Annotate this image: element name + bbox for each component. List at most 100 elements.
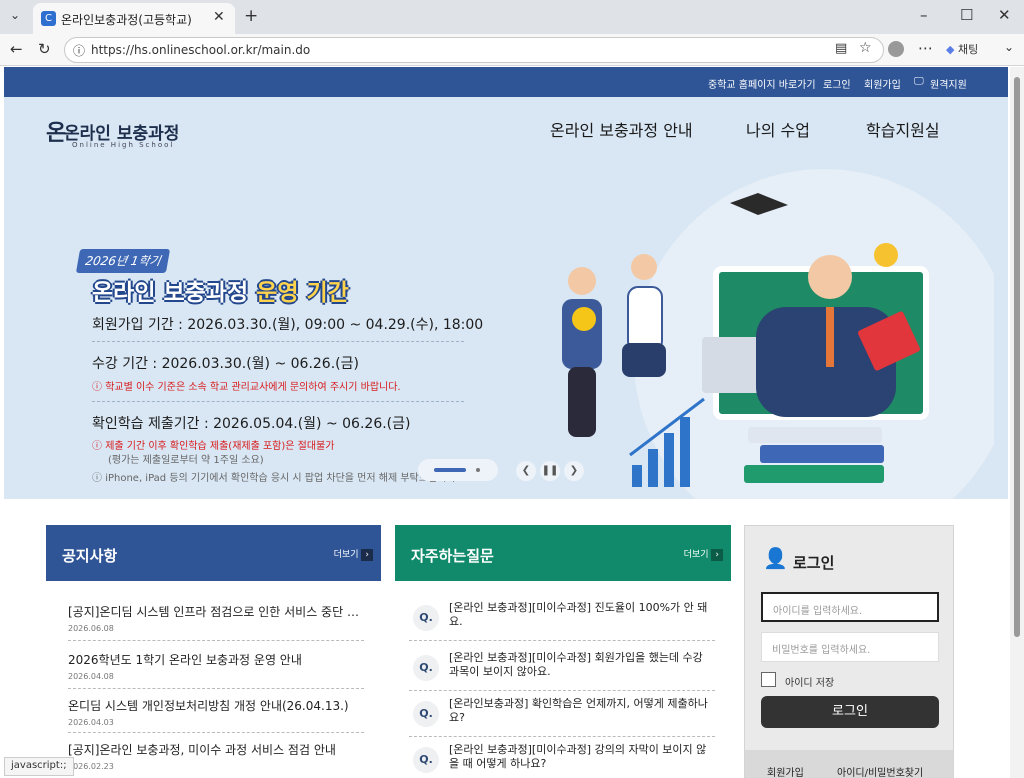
- browser-tab[interactable]: C 온라인보충과정(고등학교) ✕: [33, 3, 235, 34]
- check-note: ⓘ 제출 기간 이후 확인학습 제출(재제출 포함)은 절대불가: [92, 441, 335, 452]
- close-tab-icon[interactable]: ✕: [213, 9, 225, 25]
- copilot-button[interactable]: ◆ 채팅: [946, 41, 978, 57]
- hero-title-b: 운영 기간: [256, 280, 349, 306]
- back-icon[interactable]: ←: [10, 40, 23, 58]
- logo-subtext: Online High School: [72, 141, 175, 149]
- faq-item[interactable]: Q. [온라인보충과정] 확인학습은 언제까지, 어떻게 제출하나요?: [409, 697, 715, 737]
- semester-badge: 2026년 1학기: [75, 249, 171, 273]
- faq-panel: 자주하는질문 더보기 › Q. [온라인 보충과정][미이수과정] 진도율이 10…: [395, 525, 731, 778]
- remote-support-link[interactable]: 원격지원: [930, 76, 967, 91]
- hero-illustration: [562, 169, 994, 499]
- course-note-text: 학교별 이수 기준은 소속 학교 관리교사에게 문의하여 주시기 바랍니다.: [105, 382, 401, 393]
- minimize-icon[interactable]: –: [920, 6, 928, 24]
- window-close-icon[interactable]: ✕: [998, 6, 1011, 24]
- student-head-2: [631, 254, 657, 280]
- student-body-2: [627, 286, 663, 352]
- top-join-link[interactable]: 회원가입: [864, 76, 901, 91]
- top-utility-bar: 중학교 홈페이지 바로가기 로그인 회원가입 🖵 원격지원: [4, 67, 1008, 97]
- menu-support[interactable]: 학습지원실: [866, 117, 940, 141]
- tab-list-icon[interactable]: ⌄: [10, 8, 20, 22]
- site-info-icon[interactable]: ⓘ: [73, 42, 85, 59]
- id-input[interactable]: 아이디를 입력하세요.: [761, 592, 939, 622]
- notice-item-date: 2026.04.03: [68, 718, 114, 727]
- maximize-icon[interactable]: ☐: [960, 6, 973, 24]
- menu-my-class[interactable]: 나의 수업: [746, 117, 810, 141]
- faq-more-button[interactable]: 더보기 ›: [683, 547, 723, 561]
- chevron-right-icon: ›: [711, 549, 723, 561]
- notice-item-title: [공지]온라인 보충과정, 미이수 과정 서비스 점검 안내: [68, 743, 336, 757]
- student-skirt-2: [622, 343, 666, 377]
- chart-bar-2: [648, 449, 658, 487]
- hero-title: 온라인 보충과정 운영 기간: [92, 273, 349, 307]
- faq-header: 자주하는질문 더보기 ›: [395, 525, 731, 581]
- faq-item[interactable]: Q. [온라인 보충과정][미이수과정] 회원가입을 했는데 수강 과목이 보이지…: [409, 651, 715, 691]
- site-favicon-icon: C: [41, 11, 56, 26]
- faq-q-icon: Q.: [413, 605, 439, 631]
- more-menu-icon[interactable]: ⋯: [918, 39, 933, 57]
- course-period: 수강 기간 : 2026.03.30.(월) ~ 06.26.(금): [92, 356, 359, 372]
- password-input[interactable]: 비밀번호를 입력하세요.: [761, 632, 939, 662]
- join-link[interactable]: 회원가입: [767, 764, 804, 778]
- new-tab-icon[interactable]: +: [244, 6, 258, 26]
- faq-item-text: [온라인 보충과정][미이수과정] 회원가입을 했는데 수강 과목이 보이지 않…: [449, 651, 703, 678]
- browser-tabbar: ⌄ C 온라인보충과정(고등학교) ✕ + – ☐ ✕: [0, 0, 1024, 34]
- scrollbar-thumb[interactable]: [1014, 77, 1020, 637]
- middle-school-link[interactable]: 중학교 홈페이지 바로가기: [708, 76, 816, 91]
- notice-item[interactable]: 2026학년도 1학기 온라인 보충과정 운영 안내 2026.04.08: [68, 651, 364, 689]
- faq-q-icon: Q.: [413, 655, 439, 681]
- divider: [92, 401, 464, 402]
- notice-more-button[interactable]: 더보기 ›: [333, 547, 373, 561]
- teacher-head: [808, 255, 852, 299]
- remote-support-icon: 🖵: [914, 76, 924, 87]
- faq-q-icon: Q.: [413, 747, 439, 773]
- login-button[interactable]: 로그인: [761, 696, 939, 728]
- course-note: ⓘ 학교별 이수 기준은 소속 학교 관리교사에게 문의하여 주시기 바랍니다.: [92, 382, 401, 393]
- faq-more-label: 더보기: [683, 550, 709, 560]
- find-account-link[interactable]: 아이디/비밀번호찾기: [837, 764, 923, 778]
- slide-dot-active[interactable]: [434, 468, 466, 472]
- book-stack-2: [760, 445, 884, 463]
- notice-item-title: 2026학년도 1학기 온라인 보충과정 운영 안내: [68, 653, 302, 667]
- signup-period: 회원가입 기간 : 2026.03.30.(월), 09:00 ~ 04.29.…: [92, 317, 484, 333]
- reload-icon[interactable]: ↻: [38, 40, 51, 58]
- sidebar-toggle-icon[interactable]: ⌄: [1004, 40, 1014, 54]
- faq-item[interactable]: Q. [온라인 보충과정][미이수과정] 진도율이 100%가 안 돼요.: [409, 601, 715, 641]
- notice-title: 공지사항: [62, 547, 118, 565]
- browser-toolbar: ← ↻ ⓘ https://hs.onlineschool.or.kr/main…: [0, 34, 1024, 66]
- notice-header: 공지사항 더보기 ›: [46, 525, 381, 581]
- address-bar[interactable]: ⓘ https://hs.onlineschool.or.kr/main.do …: [64, 37, 884, 63]
- faq-item-text: [온라인 보충과정][미이수과정] 강의의 자막이 보이지 않을 때 어떻게 하…: [449, 743, 707, 770]
- student-head-1: [568, 267, 596, 295]
- teacher-tie: [826, 307, 834, 367]
- notice-item[interactable]: [공지]온라인 보충과정, 미이수 과정 서비스 점검 안내 2026.02.23: [68, 741, 364, 778]
- notice-item-title: [공지]온디딤 시스템 인프라 점검으로 인한 서비스 중단 …: [68, 605, 359, 619]
- faq-item[interactable]: Q. [온라인 보충과정][미이수과정] 강의의 자막이 보이지 않을 때 어떻게…: [409, 743, 715, 778]
- user-icon: 👤: [763, 546, 788, 570]
- prev-slide-icon[interactable]: ❮: [516, 461, 536, 481]
- menu-guide[interactable]: 온라인 보충과정 안내: [550, 117, 693, 141]
- chart-bar-3: [664, 433, 674, 487]
- faq-q-icon: Q.: [413, 701, 439, 727]
- notice-item-date: 2026.06.08: [68, 624, 114, 633]
- chevron-right-icon: ›: [361, 549, 373, 561]
- chart-bar-1: [632, 465, 642, 487]
- slide-dot[interactable]: [476, 468, 480, 472]
- divider: [92, 341, 464, 342]
- hero-title-a: 온라인 보충과정: [92, 280, 249, 306]
- tab-title: 온라인보충과정(고등학교): [61, 13, 192, 27]
- url-text: https://hs.onlineschool.or.kr/main.do: [91, 43, 311, 57]
- notice-item[interactable]: 온디딤 시스템 개인정보처리방침 개정 안내(26.04.13.) 2026.04…: [68, 697, 364, 733]
- save-id-label: 아이디 저장: [785, 678, 835, 689]
- top-login-link[interactable]: 로그인: [823, 76, 851, 91]
- scrollbar[interactable]: [1010, 67, 1024, 778]
- reader-icon[interactable]: ▤: [835, 41, 847, 56]
- notice-item[interactable]: [공지]온디딤 시스템 인프라 점검으로 인한 서비스 중단 … 2026.06.…: [68, 603, 364, 641]
- notice-more-label: 더보기: [333, 550, 359, 560]
- slide-indicator[interactable]: [418, 459, 498, 481]
- favorite-star-icon[interactable]: ☆: [859, 40, 872, 56]
- faq-title: 자주하는질문: [411, 547, 494, 565]
- profile-icon[interactable]: [888, 41, 904, 57]
- book-stack-1: [744, 465, 884, 483]
- hero-banner: 온 온라인 보충과정 Online High School 온라인 보충과정 안…: [4, 97, 1008, 499]
- save-id-checkbox[interactable]: [761, 672, 776, 687]
